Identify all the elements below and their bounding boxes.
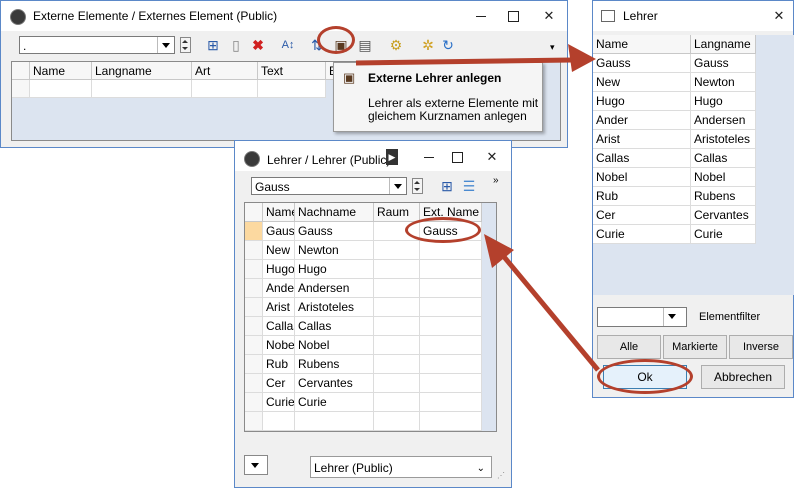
arrow-to-dialog [355,57,573,66]
arrow-head-dialog [568,44,596,72]
annotation-arrows [355,44,600,372]
arrow-from-ok [498,250,600,372]
